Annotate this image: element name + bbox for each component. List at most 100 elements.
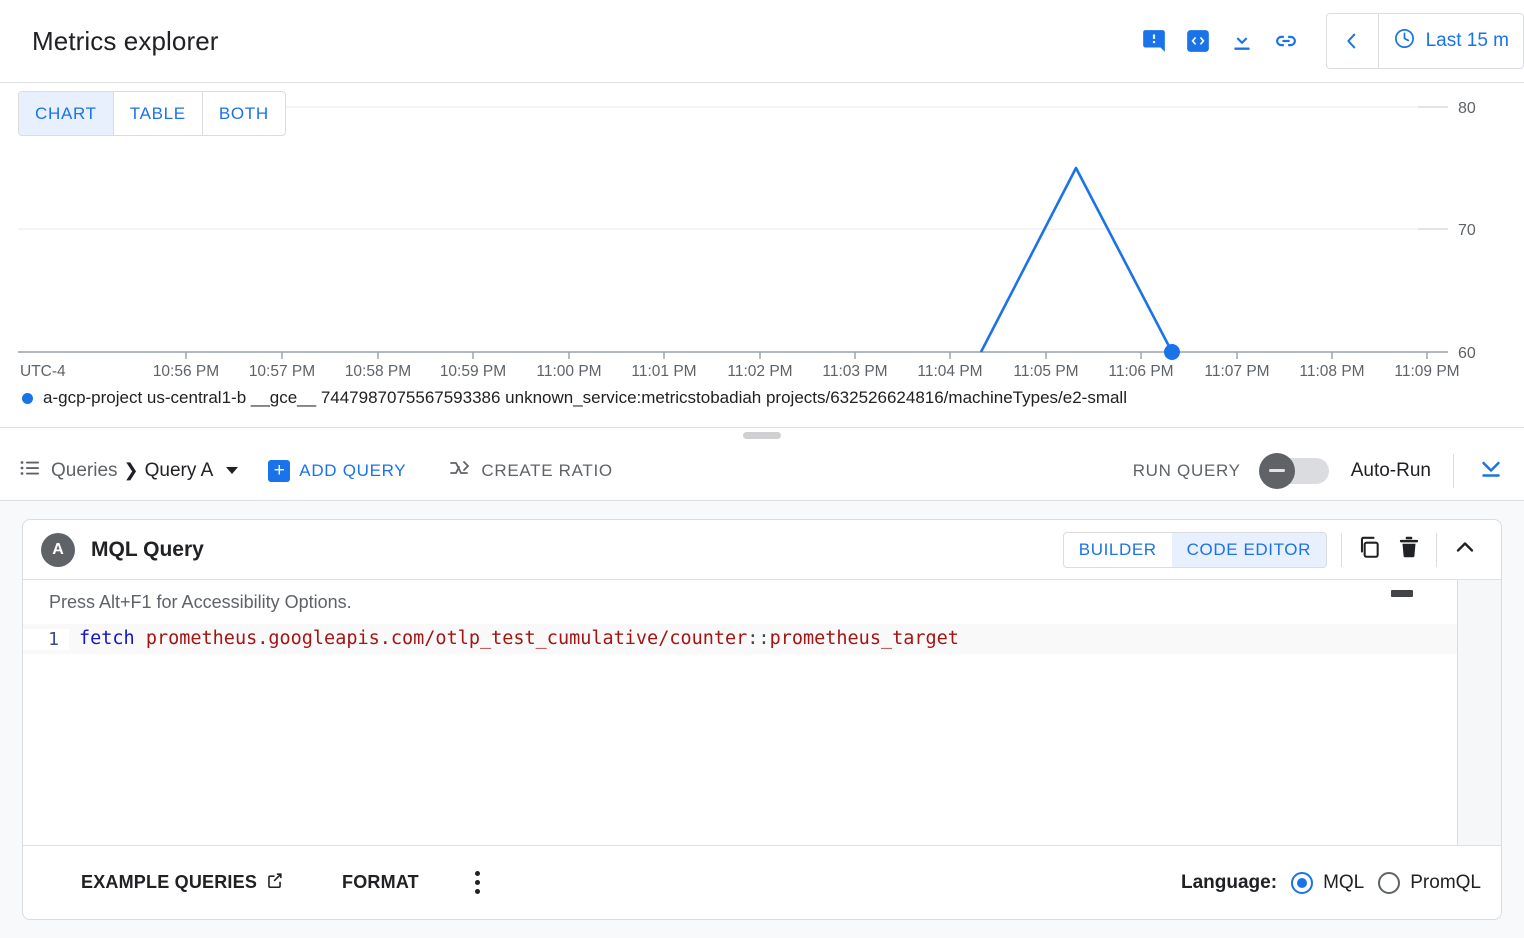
query-toolbar: Queries ❯ Query A + ADD QUERY CREATE RAT… — [0, 441, 1524, 501]
chart-section: CHART TABLE BOTH — [0, 83, 1524, 428]
mode-tab-code-editor[interactable]: CODE EDITOR — [1172, 533, 1326, 567]
query-card-title: MQL Query — [91, 538, 204, 562]
code-token-keyword: fetch — [79, 628, 135, 649]
view-tab-table[interactable]: TABLE — [113, 92, 202, 135]
code-token-metric: prometheus.googleapis.com/otlp_test_cumu… — [146, 628, 747, 649]
query-card-footer: EXAMPLE QUERIES FORMAT Language: — [23, 845, 1501, 919]
toolbar-divider — [1453, 454, 1454, 488]
run-query-button[interactable]: RUN QUERY — [1133, 461, 1241, 481]
format-button[interactable]: FORMAT — [342, 872, 419, 893]
x-tick-label-6: 11:02 PM — [727, 363, 792, 380]
code-content[interactable]: fetch prometheus.googleapis.com/otlp_tes… — [69, 624, 1457, 654]
plus-icon: + — [268, 460, 290, 482]
mql-query-card: A MQL Query BUILDER CODE EDITOR — [22, 519, 1502, 920]
auto-run-toggle-knob — [1259, 453, 1295, 489]
view-tab-both[interactable]: BOTH — [202, 92, 285, 135]
feedback-icon[interactable] — [1132, 19, 1176, 63]
query-a-selector[interactable]: Query A — [145, 460, 239, 482]
series-line — [981, 168, 1172, 352]
code-token-space — [135, 628, 146, 649]
splitter-drag-handle[interactable] — [743, 432, 781, 439]
radio-mql-icon — [1291, 872, 1313, 894]
ratio-icon — [448, 456, 472, 485]
delete-icon[interactable] — [1396, 534, 1422, 565]
series-point-marker — [1164, 344, 1180, 360]
breadcrumb-chevron-icon: ❯ — [124, 460, 139, 481]
view-tab-chart[interactable]: CHART — [19, 92, 113, 135]
page-title: Metrics explorer — [32, 26, 219, 57]
page-header: Metrics explorer — [0, 0, 1524, 83]
language-option-mql-label: MQL — [1323, 872, 1364, 894]
queries-list-icon — [18, 456, 42, 485]
link-icon[interactable] — [1264, 19, 1308, 63]
clock-icon — [1393, 27, 1416, 56]
add-query-label: ADD QUERY — [299, 461, 406, 481]
time-range-label: Last 15 m — [1426, 30, 1509, 52]
query-toolbar-right: RUN QUERY Auto-Run — [1133, 453, 1506, 488]
x-tick-label-0: 10:56 PM — [153, 363, 219, 380]
example-queries-label: EXAMPLE QUERIES — [81, 872, 257, 893]
x-tick-label-7: 11:03 PM — [822, 363, 887, 380]
x-tick-label-2: 10:58 PM — [345, 363, 411, 380]
accessibility-hint: Press Alt+F1 for Accessibility Options. — [49, 592, 352, 613]
queries-breadcrumb[interactable]: Queries — [18, 456, 118, 485]
external-link-icon — [265, 871, 284, 895]
code-line-1[interactable]: 1 fetch prometheus.googleapis.com/otlp_t… — [23, 624, 1457, 654]
editor-vertical-scrollbar[interactable] — [1391, 590, 1413, 597]
collapse-card-icon[interactable] — [1451, 533, 1479, 566]
code-token-operator: :: — [747, 628, 769, 649]
create-ratio-button[interactable]: CREATE RATIO — [448, 456, 613, 485]
code-token-resource: prometheus_target — [770, 628, 959, 649]
create-ratio-label: CREATE RATIO — [481, 461, 613, 481]
query-badge: A — [41, 533, 75, 567]
code-editor[interactable]: Press Alt+F1 for Accessibility Options. … — [23, 580, 1501, 845]
metrics-explorer-page: Metrics explorer — [0, 0, 1524, 938]
auto-run-label: Auto-Run — [1351, 460, 1431, 482]
y-tick-label-60: 60 — [1458, 345, 1476, 362]
download-icon[interactable] — [1220, 19, 1264, 63]
language-option-mql[interactable]: MQL — [1291, 872, 1364, 894]
x-tick-label-8: 11:04 PM — [917, 363, 982, 380]
code-editor-main[interactable]: Press Alt+F1 for Accessibility Options. … — [23, 580, 1457, 845]
time-range-selector[interactable]: Last 15 m — [1379, 14, 1523, 68]
y-tick-label-70: 70 — [1458, 222, 1476, 239]
line-number: 1 — [23, 629, 69, 650]
collapse-panel-icon[interactable] — [1476, 453, 1506, 488]
query-card-header: A MQL Query BUILDER CODE EDITOR — [23, 520, 1501, 580]
x-tick-label-3: 10:59 PM — [440, 363, 506, 380]
language-option-promql[interactable]: PromQL — [1378, 872, 1481, 894]
x-tick-label-5: 11:01 PM — [631, 363, 696, 380]
language-label: Language: — [1181, 872, 1277, 894]
timezone-label: UTC-4 — [20, 363, 66, 380]
add-query-button[interactable]: + ADD QUERY — [268, 460, 406, 482]
language-selector: Language: MQL PromQL — [1181, 872, 1481, 894]
time-range-back-button[interactable] — [1327, 14, 1379, 68]
x-tick-label-11: 11:07 PM — [1204, 363, 1269, 380]
x-tick-label-10: 11:06 PM — [1108, 363, 1173, 380]
legend-color-dot — [22, 393, 33, 404]
code-icon[interactable] — [1176, 19, 1220, 63]
radio-promql-icon — [1378, 872, 1400, 894]
x-tick-label-4: 11:00 PM — [536, 363, 601, 380]
editor-mode-toggle: BUILDER CODE EDITOR — [1063, 532, 1327, 568]
view-mode-toggle: CHART TABLE BOTH — [18, 91, 286, 136]
card-action-divider-1 — [1341, 533, 1342, 567]
y-tick-label-80: 80 — [1458, 100, 1476, 117]
example-queries-button[interactable]: EXAMPLE QUERIES — [81, 871, 284, 895]
header-actions: Last 15 m — [1132, 0, 1524, 82]
duplicate-icon[interactable] — [1356, 534, 1382, 565]
x-tick-label-12: 11:08 PM — [1299, 363, 1364, 380]
panel-splitter — [0, 427, 1524, 441]
time-range-group: Last 15 m — [1326, 13, 1524, 69]
chevron-down-icon — [226, 467, 238, 474]
auto-run-toggle[interactable] — [1263, 458, 1329, 484]
x-tick-label-13: 11:09 PM — [1394, 363, 1459, 380]
card-action-divider-2 — [1436, 533, 1437, 567]
more-options-icon[interactable] — [475, 871, 480, 894]
x-tick-label-9: 11:05 PM — [1013, 363, 1078, 380]
queries-label: Queries — [51, 460, 118, 482]
mode-tab-builder[interactable]: BUILDER — [1064, 533, 1172, 567]
editor-side-rail — [1457, 580, 1501, 845]
chart-legend[interactable]: a-gcp-project us-central1-b __gce__ 7447… — [0, 388, 1524, 408]
query-card-actions: BUILDER CODE EDITOR — [1063, 532, 1483, 568]
